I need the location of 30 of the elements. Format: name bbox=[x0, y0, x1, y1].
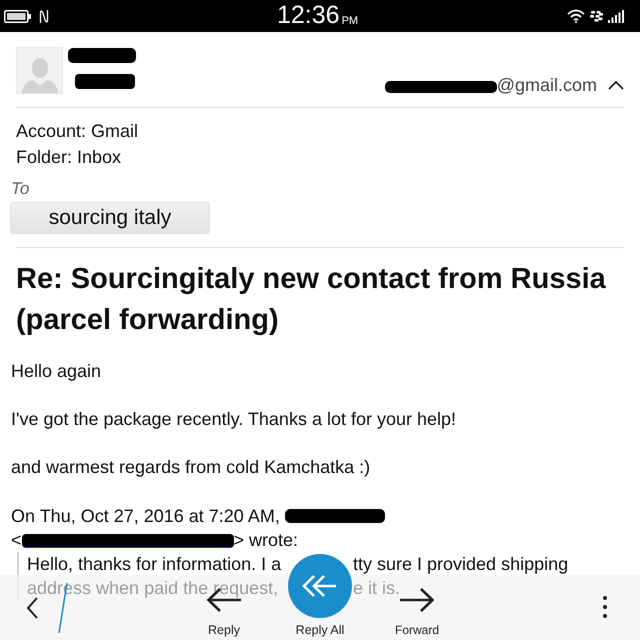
attribution-text: > wrote: bbox=[234, 529, 298, 552]
person-silhouette-icon bbox=[20, 55, 60, 93]
body-paragraph: Hello again bbox=[11, 360, 102, 383]
recipient-chip[interactable]: sourcing italy bbox=[11, 203, 209, 233]
sender-email: @gmail.com bbox=[496, 74, 597, 96]
back-button[interactable] bbox=[26, 597, 38, 619]
reply-all-button[interactable]: Reply All bbox=[288, 554, 352, 640]
battery-icon bbox=[4, 10, 31, 22]
quoted-text: tty sure I provided shipping bbox=[353, 553, 568, 576]
chevron-icon bbox=[608, 80, 624, 90]
quoted-text: Hello, thanks for information. I a bbox=[27, 553, 282, 576]
body-paragraph: and warmest regards from cold Kamchatka :) bbox=[11, 456, 370, 479]
dots-logo-icon bbox=[590, 10, 603, 22]
angle-bracket-text: < bbox=[11, 529, 22, 552]
more-vertical-icon bbox=[603, 596, 607, 618]
clock-meridiem: PM bbox=[342, 15, 358, 27]
subject-heading: Re: Sourcingitaly new contact from Russia (parcel forwarding) bbox=[15, 262, 607, 338]
quoted-text: e it is. bbox=[353, 579, 400, 597]
signal-bars-icon bbox=[608, 10, 624, 22]
chevron-left-icon bbox=[26, 597, 38, 619]
folder-label: Folder: Inbox bbox=[16, 146, 122, 169]
to-label: To bbox=[11, 178, 30, 200]
more-menu-button[interactable] bbox=[601, 596, 609, 618]
wifi-icon bbox=[567, 9, 585, 23]
body-paragraph: I've got the package recently. Thanks a lot for your help! bbox=[11, 408, 456, 431]
arrow-right-icon bbox=[399, 587, 435, 613]
clock-time: 12:36 bbox=[277, 0, 340, 30]
nfc-icon bbox=[39, 8, 49, 24]
account-label: Account: Gmail bbox=[16, 120, 138, 143]
attribution-text: On Thu, Oct 27, 2016 at 7:20 AM, bbox=[11, 505, 280, 528]
